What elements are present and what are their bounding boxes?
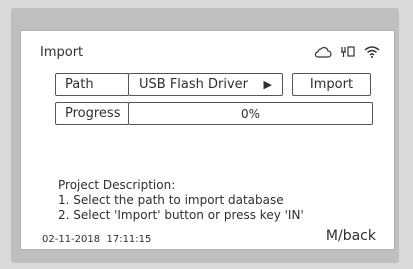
description-line-2: 2. Select 'Import' button or press key '… (58, 208, 304, 222)
screen-title: Import (40, 45, 84, 60)
play-arrow-icon: ▶ (263, 78, 272, 91)
usb-icon (340, 43, 356, 62)
description-line-1: 1. Select the path to import database (58, 193, 284, 207)
path-label: Path (55, 73, 129, 96)
import-screen: Import Path USB Flash Driver ▶ Import Pr… (20, 30, 395, 250)
wifi-icon (364, 43, 380, 62)
datetime: 02-11-2018 17:11:15 (42, 234, 152, 245)
cloud-icon (314, 43, 332, 62)
progress-value: 0% (240, 106, 261, 121)
project-description: Project Description: 1. Select the path … (58, 178, 304, 223)
progress-label: Progress (55, 102, 129, 125)
path-select[interactable]: USB Flash Driver ▶ (128, 73, 283, 96)
progress-bar: 0% (128, 102, 373, 125)
status-icons (314, 43, 380, 62)
path-value: USB Flash Driver (139, 77, 249, 92)
description-heading: Project Description: (58, 178, 176, 192)
back-button[interactable]: M/back (326, 228, 376, 244)
import-button[interactable]: Import (292, 73, 371, 96)
